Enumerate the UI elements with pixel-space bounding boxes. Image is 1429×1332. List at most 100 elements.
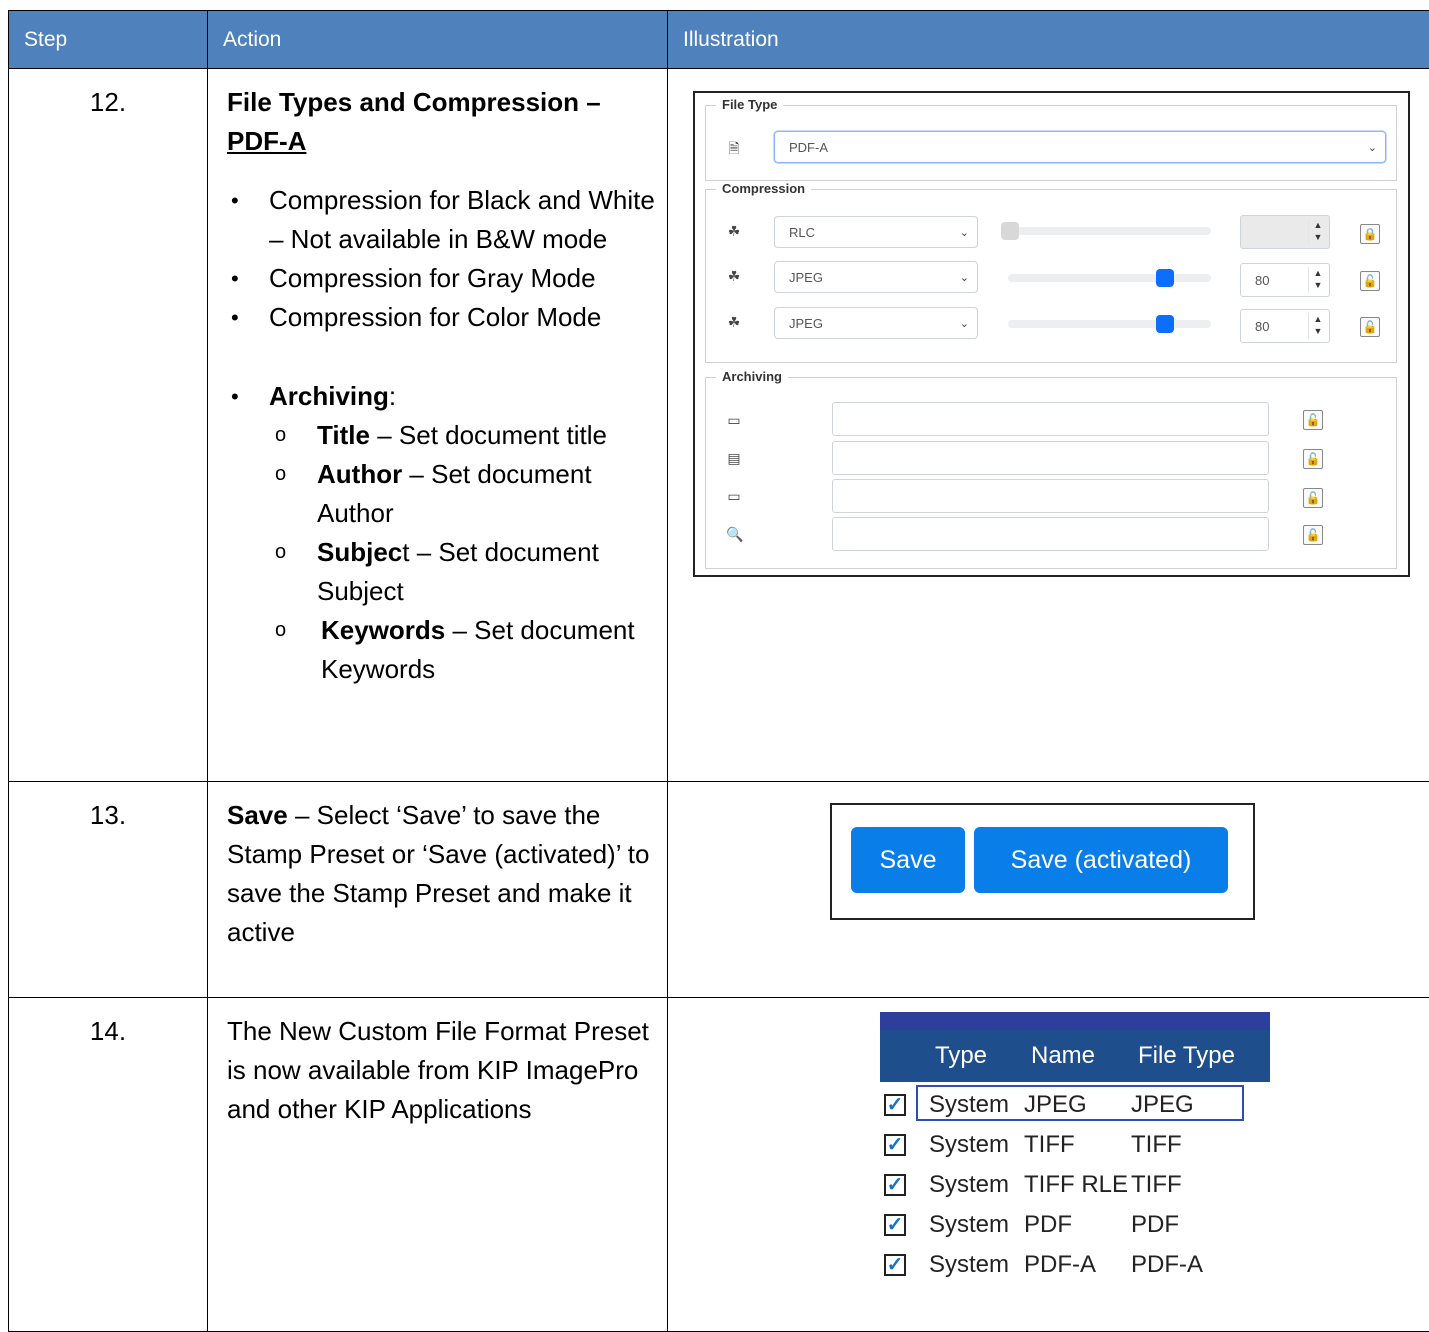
slider-thumb[interactable] [1156, 269, 1174, 287]
table-header-row: Step Action Illustration [9, 11, 1429, 69]
color-compression-icon: ☘ [726, 314, 742, 330]
lock-icon[interactable]: 🔒 [1360, 224, 1380, 244]
chevron-down-icon: ⌄ [1368, 132, 1377, 164]
archiving-colon: : [389, 381, 396, 411]
chevron-down-icon: ⌄ [960, 262, 969, 294]
compression-value: RLC [789, 225, 815, 240]
unlock-icon[interactable]: 🔓 [1303, 449, 1323, 469]
type-cell: System [929, 1171, 1009, 1199]
file-type-cell: TIFF [1131, 1131, 1182, 1159]
step-number: 12. [9, 69, 208, 782]
list-item: Compression for Black and White – Not av… [269, 181, 655, 259]
color-quality-input[interactable]: 80 ▲▼ [1240, 309, 1330, 343]
sub-label: Author [317, 459, 402, 489]
subject-icon: ▭ [726, 488, 742, 504]
gray-compression-select[interactable]: JPEG ⌄ [774, 261, 978, 293]
archiving-legend: Archiving [716, 369, 788, 384]
action-cell: Save – Select ‘Save’ to save the Stamp P… [208, 782, 668, 998]
list-item[interactable]: ✓ System PDF PDF [878, 1206, 1270, 1246]
bw-quality-input[interactable]: ▲▼ [1240, 215, 1330, 249]
unlock-icon[interactable]: 🔓 [1303, 488, 1323, 508]
title-tag-icon: ▭ [726, 412, 742, 428]
name-cell: TIFF [1024, 1131, 1075, 1159]
action-bold: Save [227, 800, 288, 830]
action-title: File Types and Compression – PDF-A [227, 83, 655, 161]
color-quality-slider[interactable] [1008, 320, 1211, 328]
list-item[interactable]: ✓ System TIFF RLE TIFF [878, 1166, 1270, 1206]
file-type-select[interactable]: PDF-A ⌄ [774, 131, 1386, 163]
chevron-down-icon: ⌄ [960, 308, 969, 340]
file-type-cell: PDF-A [1131, 1251, 1203, 1279]
file-type-settings-screenshot: File Type 🗎 PDF-A ⌄ Compression ☘ RLC ⌄ … [693, 91, 1410, 577]
bw-compression-select[interactable]: RLC ⌄ [774, 216, 978, 248]
list-item: Keywords – Set document Keywords [317, 611, 655, 689]
compression-group: Compression ☘ RLC ⌄ ▲▼ 🔒 ☘ JPEG ⌄ 80 ▲▼ … [705, 189, 1397, 363]
file-type-cell: JPEG [1131, 1091, 1194, 1119]
spinner-icon[interactable]: ▲▼ [1308, 313, 1327, 339]
archiving-label: Archiving [269, 381, 389, 411]
sub-label: Keywords [321, 615, 445, 645]
file-type-value: PDF-A [789, 140, 828, 155]
unlock-icon[interactable]: 🔓 [1303, 410, 1323, 430]
bw-quality-slider[interactable] [1001, 227, 1211, 235]
compression-legend: Compression [716, 181, 811, 196]
column-name[interactable]: Name [1031, 1042, 1095, 1070]
checkbox[interactable]: ✓ [884, 1214, 906, 1236]
save-buttons-screenshot: Save Save (activated) [830, 803, 1255, 920]
save-button[interactable]: Save [851, 827, 965, 893]
type-cell: System [929, 1091, 1009, 1119]
list-item: Compression for Gray Mode [269, 259, 655, 298]
subject-field[interactable] [832, 479, 1269, 513]
preset-list-screenshot: Type Name File Type ✓ System JPEG JPEG ✓… [878, 1012, 1270, 1284]
color-compression-select[interactable]: JPEG ⌄ [774, 307, 978, 339]
gray-quality-input[interactable]: 80 ▲▼ [1240, 263, 1330, 297]
bullet-list: Compression for Black and White – Not av… [227, 181, 655, 337]
checkbox[interactable]: ✓ [884, 1174, 906, 1196]
file-type-cell: TIFF [1131, 1171, 1182, 1199]
sub-label: Subjec [317, 537, 402, 567]
list-header-bar: Type Name File Type [880, 1012, 1270, 1082]
list-item[interactable]: ✓ System JPEG JPEG [878, 1086, 1270, 1126]
step-number: 13. [9, 782, 208, 998]
keywords-field[interactable] [832, 517, 1269, 551]
sub-label: Title [317, 420, 370, 450]
checkbox[interactable]: ✓ [884, 1254, 906, 1276]
slider-thumb[interactable] [1156, 315, 1174, 333]
slider-thumb[interactable] [1001, 222, 1019, 240]
type-cell: System [929, 1251, 1009, 1279]
pdf-file-icon: 🗎 [726, 140, 742, 156]
file-type-legend: File Type [716, 97, 783, 112]
unlock-icon[interactable]: 🔓 [1303, 525, 1323, 545]
quality-value: 80 [1255, 273, 1269, 288]
list-item: Author – Set document Author [317, 455, 655, 533]
title-field[interactable] [832, 402, 1269, 436]
list-item: Compression for Color Mode [269, 298, 655, 337]
action-title-format: PDF-A [227, 126, 306, 156]
name-cell: PDF-A [1024, 1251, 1096, 1279]
spinner-icon[interactable]: ▲▼ [1308, 267, 1327, 293]
gray-quality-slider[interactable] [1008, 274, 1211, 282]
list-item[interactable]: ✓ System TIFF TIFF [878, 1126, 1270, 1166]
checkbox[interactable]: ✓ [884, 1134, 906, 1156]
compression-value: JPEG [789, 270, 823, 285]
chevron-down-icon: ⌄ [960, 217, 969, 249]
quality-value: 80 [1255, 319, 1269, 334]
save-activated-button[interactable]: Save (activated) [974, 827, 1228, 893]
list-item[interactable]: ✓ System PDF-A PDF-A [878, 1246, 1270, 1286]
author-field[interactable] [832, 441, 1269, 475]
action-title-text: File Types and Compression – [227, 87, 601, 117]
bw-compression-icon: ☘ [726, 223, 742, 239]
checkbox[interactable]: ✓ [884, 1094, 906, 1116]
spinner-icon[interactable]: ▲▼ [1308, 219, 1327, 245]
step-number: 14. [9, 998, 208, 1332]
header-step: Step [9, 11, 208, 69]
archiving-list: Archiving: Title – Set document title Au… [227, 377, 655, 689]
file-type-cell: PDF [1131, 1211, 1179, 1239]
unlock-icon[interactable]: 🔓 [1360, 271, 1380, 291]
column-file-type[interactable]: File Type [1138, 1042, 1235, 1070]
type-cell: System [929, 1131, 1009, 1159]
column-type[interactable]: Type [935, 1042, 987, 1070]
file-type-group: File Type 🗎 PDF-A ⌄ [705, 105, 1397, 181]
action-cell: File Types and Compression – PDF-A Compr… [208, 69, 668, 782]
unlock-icon[interactable]: 🔓 [1360, 317, 1380, 337]
